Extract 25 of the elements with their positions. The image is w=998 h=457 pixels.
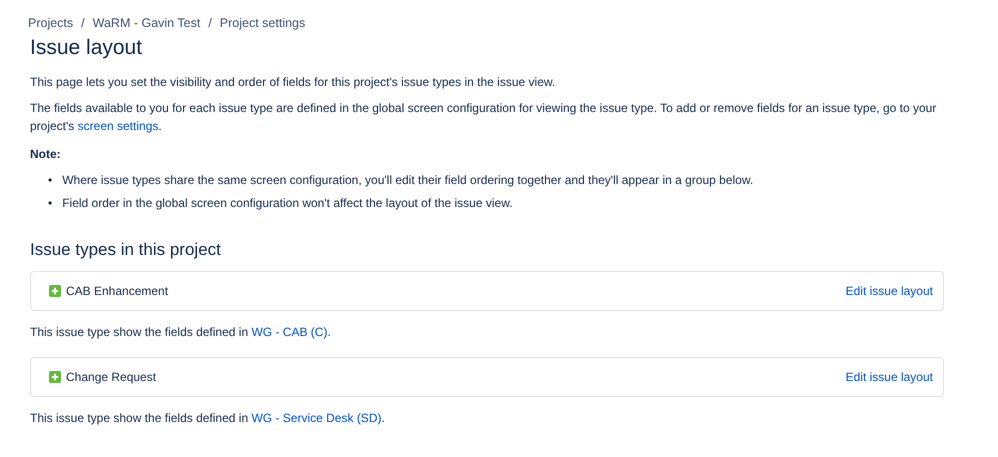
note-item: Where issue types share the same screen configuration, you'll edit their field ordering together and they'll appear in a group below. <box>62 172 754 190</box>
plus-icon <box>49 370 61 382</box>
breadcrumb-link[interactable]: WaRM - Gavin Test <box>92 14 200 33</box>
text-link[interactable]: WG - CAB (C) <box>251 324 328 338</box>
text-link[interactable]: WG - Service Desk (SD) <box>251 410 382 424</box>
description-text: The fields available to you for each issue type are defined in the global screen configuration for viewing the issue type. To add or remove fields for an issue type, go to your project's screen settings. <box>30 100 938 135</box>
breadcrumb-link[interactable]: Project settings <box>220 14 306 33</box>
bullet-mark: • <box>48 195 52 212</box>
issue-type-name: Change Request <box>66 368 156 386</box>
edit-layout-link[interactable]: Edit issue layout <box>846 282 933 300</box>
text-link[interactable]: screen settings <box>78 118 158 133</box>
breadcrumb-separator: / <box>208 15 212 32</box>
page-title: Issue layout <box>30 34 144 60</box>
breadcrumb-link[interactable]: Projects <box>28 14 74 33</box>
caption-text: This issue type show the fields defined in WG - CAB (C). <box>30 324 332 340</box>
breadcrumb-separator: / <box>81 15 85 32</box>
caption-text: This issue type show the fields defined in WG - Service Desk (SD). <box>30 410 386 426</box>
intro-text: This page lets you set the visibility and order of fields for this project's issue types in the issue view. <box>30 74 556 91</box>
edit-layout-link[interactable]: Edit issue layout <box>846 368 933 386</box>
plus-icon <box>49 284 61 296</box>
bullet-mark: • <box>48 172 52 190</box>
note-heading: Note: <box>30 146 62 164</box>
section-title: Issue types in this project <box>30 240 222 260</box>
note-item: Field order in the global screen configuration won't affect the layout of the issue view. <box>62 195 513 212</box>
issue-type-name: CAB Enhancement <box>66 282 168 300</box>
